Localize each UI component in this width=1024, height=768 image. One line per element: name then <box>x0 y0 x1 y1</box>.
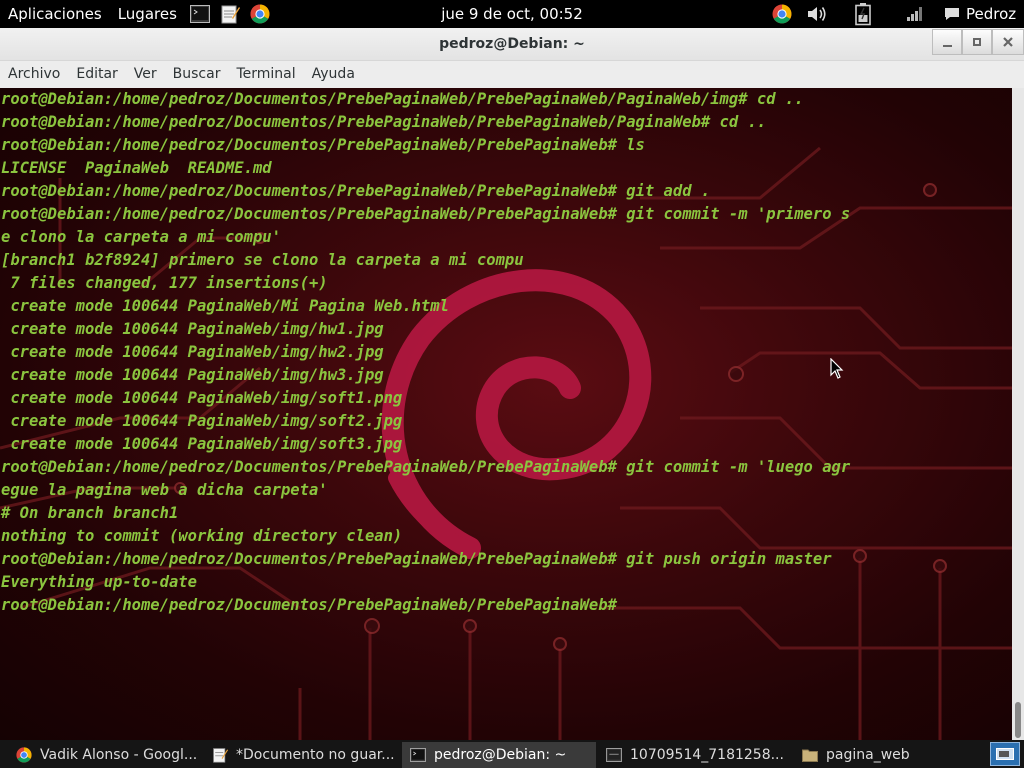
task-label: pagina_web <box>826 747 910 763</box>
text-editor-icon <box>212 747 228 763</box>
terminal-line: root@Debian:/home/pedroz/Documentos/Preb… <box>1 596 617 614</box>
workspace-icon <box>996 748 1014 760</box>
terminal-line: create mode 100644 PaginaWeb/img/hw1.jpg <box>1 320 384 338</box>
applications-menu[interactable]: Aplicaciones <box>0 0 110 28</box>
menu-ayuda[interactable]: Ayuda <box>304 61 363 88</box>
menu-editar[interactable]: Editar <box>68 61 125 88</box>
chrome-launcher-icon[interactable] <box>249 3 271 25</box>
minimize-button[interactable] <box>932 29 962 55</box>
terminal-line: nothing to commit (working directory cle… <box>1 527 403 545</box>
terminal-scrollbar[interactable] <box>1012 88 1024 740</box>
workspace-switcher[interactable] <box>990 742 1020 766</box>
terminal-line: root@Debian:/home/pedroz/Documentos/Preb… <box>1 458 851 476</box>
terminal-line: root@Debian:/home/pedroz/Documentos/Preb… <box>1 90 804 108</box>
task-label: 10709514_7181258... <box>630 747 784 763</box>
terminal-line: create mode 100644 PaginaWeb/img/soft3.j… <box>1 435 403 453</box>
terminal-line: egue la pagina web a dicha carpeta' <box>1 481 328 499</box>
terminal-line: root@Debian:/home/pedroz/Documentos/Preb… <box>1 113 767 131</box>
terminal-line: root@Debian:/home/pedroz/Documentos/Preb… <box>1 182 711 200</box>
menu-archivo[interactable]: Archivo <box>0 61 68 88</box>
terminal-line: create mode 100644 PaginaWeb/img/soft1.p… <box>1 389 403 407</box>
window-titlebar[interactable]: pedroz@Debian: ~ <box>0 28 1024 61</box>
terminal-line: root@Debian:/home/pedroz/Documentos/Preb… <box>1 205 851 223</box>
menu-buscar[interactable]: Buscar <box>165 61 229 88</box>
maximize-icon <box>973 38 981 46</box>
terminal-line: Everything up-to-date <box>1 573 197 591</box>
user-menu[interactable]: Pedroz <box>944 0 1022 28</box>
terminal-launcher-icon[interactable] <box>189 3 211 25</box>
menu-terminal[interactable]: Terminal <box>228 61 303 88</box>
signal-icon[interactable] <box>904 0 926 28</box>
task-label: Vadik Alonso - Googl... <box>40 747 198 763</box>
scrollbar-thumb[interactable] <box>1015 702 1021 738</box>
chrome-tray-icon[interactable] <box>771 0 793 28</box>
terminal-line: [branch1 b2f8924] primero se clono la ca… <box>1 251 524 269</box>
image-viewer-icon <box>606 747 622 763</box>
terminal-line: root@Debian:/home/pedroz/Documentos/Preb… <box>1 136 645 154</box>
task-text-editor[interactable]: *Documento no guar... <box>204 742 398 768</box>
terminal-line: create mode 100644 PaginaWeb/img/hw2.jpg <box>1 343 384 361</box>
terminal-area[interactable]: root@Debian:/home/pedroz/Documentos/Preb… <box>0 88 1012 740</box>
mouse-pointer-icon <box>830 358 844 379</box>
maximize-button[interactable] <box>962 29 992 55</box>
terminal-line: create mode 100644 PaginaWeb/img/hw3.jpg <box>1 366 384 384</box>
terminal-menubar: Archivo Editar Ver Buscar Terminal Ayuda <box>0 61 1024 89</box>
task-label: *Documento no guar... <box>236 747 395 763</box>
terminal-line: e clono la carpeta a mi compu' <box>1 228 281 246</box>
close-button[interactable] <box>992 29 1024 55</box>
terminal-line: create mode 100644 PaginaWeb/Mi Pagina W… <box>1 297 449 315</box>
chrome-icon <box>16 747 32 763</box>
terminal-output: root@Debian:/home/pedroz/Documentos/Preb… <box>1 88 850 617</box>
task-image-viewer[interactable]: 10709514_7181258... <box>598 742 792 768</box>
chat-icon <box>944 7 960 21</box>
folder-icon <box>802 747 818 763</box>
volume-icon[interactable] <box>805 0 829 28</box>
menu-ver[interactable]: Ver <box>126 61 165 88</box>
user-name: Pedroz <box>966 5 1017 23</box>
minimize-icon <box>942 45 952 47</box>
terminal-line: 7 files changed, 177 insertions(+) <box>1 274 328 292</box>
close-icon <box>1003 37 1013 47</box>
task-folder[interactable]: pagina_web <box>794 742 984 768</box>
terminal-icon <box>410 747 426 763</box>
terminal-line: # On branch branch1 <box>1 504 179 522</box>
terminal-line: root@Debian:/home/pedroz/Documentos/Preb… <box>1 550 832 568</box>
terminal-line: LICENSE PaginaWeb README.md <box>1 159 272 177</box>
text-editor-launcher-icon[interactable] <box>219 3 241 25</box>
task-chrome[interactable]: Vadik Alonso - Googl... <box>8 742 200 768</box>
task-terminal[interactable]: pedroz@Debian: ~ <box>402 742 596 768</box>
window-title: pedroz@Debian: ~ <box>439 36 585 52</box>
places-menu[interactable]: Lugares <box>110 0 185 28</box>
taskbar: Vadik Alonso - Googl... *Documento no gu… <box>0 740 1024 768</box>
clock[interactable]: jue 9 de oct, 00:52 <box>441 5 583 23</box>
task-label: pedroz@Debian: ~ <box>434 747 567 763</box>
terminal-line: create mode 100644 PaginaWeb/img/soft2.j… <box>1 412 403 430</box>
top-panel: Aplicaciones Lugares jue 9 de oct, 00:52… <box>0 0 1024 28</box>
battery-icon[interactable] <box>851 0 875 28</box>
